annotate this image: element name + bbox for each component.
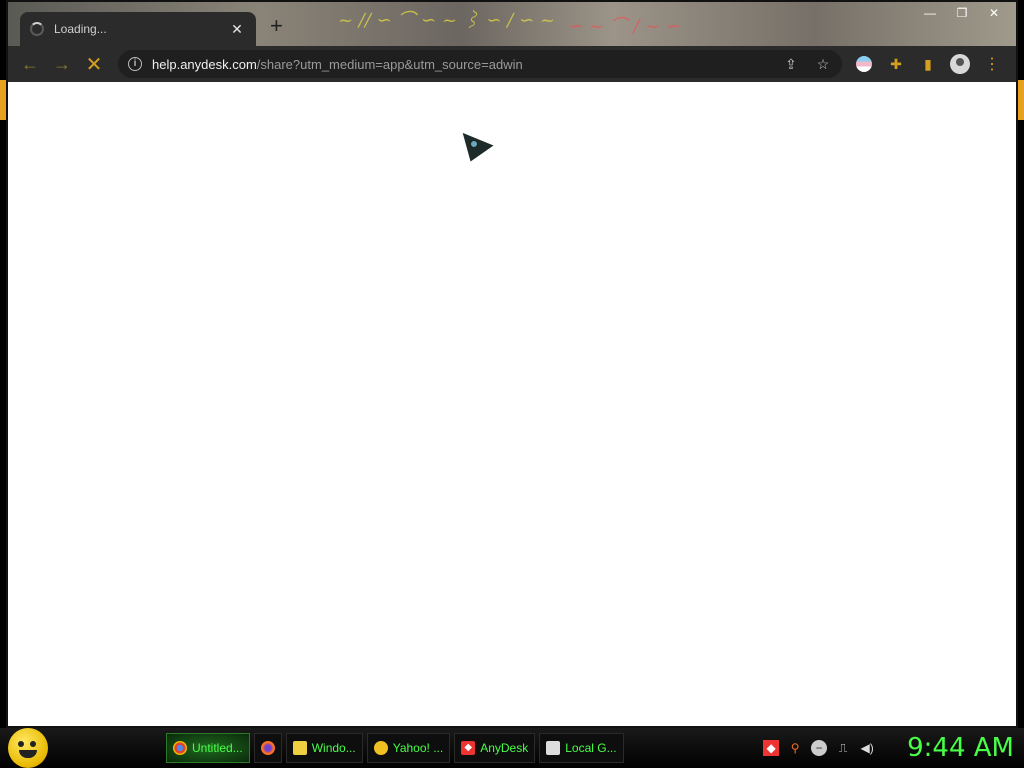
tabstrip-theme-art: ∽ ~ ⌒ ∕ ~ ∽	[568, 16, 682, 37]
restore-icon[interactable]: ❐	[946, 4, 978, 22]
kebab-menu-icon[interactable]: ⋮	[980, 52, 1004, 76]
task-label: Yahoo! ...	[392, 741, 444, 755]
chrome-icon	[173, 741, 187, 755]
task-windows-explorer[interactable]: Windo...	[285, 733, 363, 763]
yahoo-smiley-icon	[373, 741, 388, 755]
mouse-cursor-eye-icon	[470, 140, 478, 148]
taskbar: Untitled... Windo... Yahoo! ... ◆ AnyDes…	[0, 728, 1024, 768]
browser-toolbar: ← → ✕ i help.anydesk.com /share?utm_medi…	[8, 46, 1016, 82]
anydesk-icon: ◆	[461, 741, 476, 755]
address-bar[interactable]: i help.anydesk.com /share?utm_medium=app…	[118, 50, 842, 78]
back-arrow-icon[interactable]: ←	[14, 50, 46, 78]
extension-disc-icon[interactable]	[852, 52, 876, 76]
task-list: Untitled... Windo... Yahoo! ... ◆ AnyDes…	[166, 733, 624, 763]
url-path: /share?utm_medium=app&utm_source=adwin	[256, 56, 523, 72]
tab-title: Loading...	[54, 22, 107, 36]
task-local-group[interactable]: Local G...	[539, 733, 624, 763]
task-label: Windo...	[311, 741, 356, 755]
folder-icon	[292, 741, 307, 755]
task-chrome[interactable]: Untitled...	[166, 733, 250, 763]
page-viewport[interactable]	[8, 82, 1016, 726]
site-info-icon[interactable]: i	[128, 57, 142, 71]
taskbar-clock[interactable]: 9:44 AM	[907, 733, 1014, 763]
document-icon	[546, 741, 561, 755]
tab-close-icon[interactable]: ✕	[228, 21, 246, 38]
start-button-smiley-icon[interactable]	[8, 728, 48, 768]
search-tray-icon[interactable]: ⚲	[787, 740, 803, 756]
network-icon[interactable]: ⎍	[835, 740, 851, 756]
new-tab-button[interactable]: +	[270, 15, 283, 37]
stop-loading-icon[interactable]: ✕	[78, 50, 110, 78]
forward-arrow-icon[interactable]: →	[46, 50, 78, 78]
share-icon[interactable]: ⇪	[782, 56, 800, 73]
close-icon[interactable]: ✕	[978, 4, 1010, 22]
profile-icon[interactable]	[948, 52, 972, 76]
puzzle-icon[interactable]: ✚	[884, 52, 908, 76]
tabstrip-theme-art: ~ ∕∕ ∽ ⌒ ∽ ~ ⌇ ∽ ∕ ∽ ~	[338, 10, 555, 31]
window-controls: — ❐ ✕	[914, 4, 1010, 22]
system-tray: ◆ ⚲ − ⎍ ◀) 9:44 AM	[763, 733, 1014, 763]
task-yahoo[interactable]: Yahoo! ...	[366, 733, 451, 763]
minimize-icon[interactable]: —	[914, 4, 946, 22]
anydesk-tray-icon[interactable]: ◆	[763, 740, 780, 756]
loading-spinner-icon	[30, 22, 44, 36]
url-host: help.anydesk.com	[152, 56, 257, 72]
task-label: Local G...	[565, 741, 617, 755]
side-panel-icon[interactable]: ▮	[916, 52, 940, 76]
tab-strip: ~ ∕∕ ∽ ⌒ ∽ ~ ⌇ ∽ ∕ ∽ ~ ∽ ~ ⌒ ∕ ~ ∽ Loadi…	[8, 2, 1016, 46]
volume-icon[interactable]: ◀)	[859, 740, 875, 756]
browser-window: ~ ∕∕ ∽ ⌒ ∽ ~ ⌇ ∽ ∕ ∽ ~ ∽ ~ ⌒ ∕ ~ ∽ Loadi…	[6, 0, 1018, 728]
task-label: Untitled...	[192, 741, 243, 755]
firefox-icon	[260, 741, 275, 755]
tab-loading[interactable]: Loading... ✕	[20, 12, 256, 46]
status-tray-icon[interactable]: −	[811, 740, 828, 756]
star-icon[interactable]: ☆	[814, 56, 832, 73]
task-firefox[interactable]	[253, 733, 282, 763]
task-label: AnyDesk	[480, 741, 529, 755]
task-anydesk[interactable]: ◆ AnyDesk	[454, 733, 536, 763]
